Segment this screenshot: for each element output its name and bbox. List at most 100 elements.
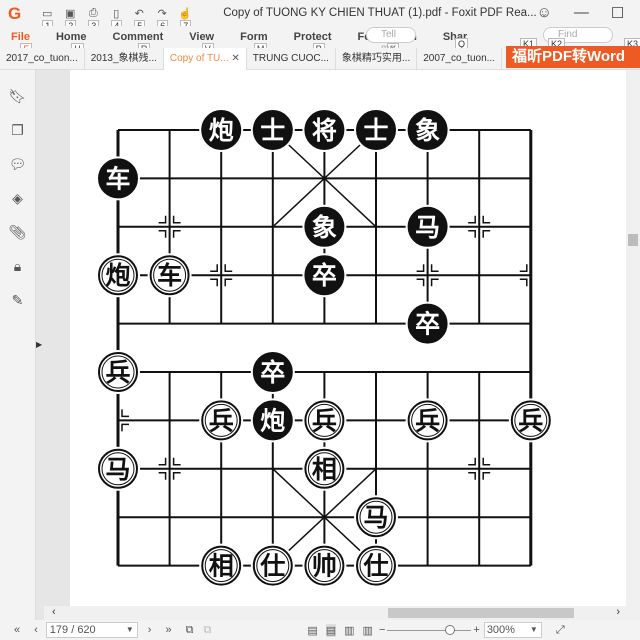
position-marker xyxy=(158,457,167,466)
piece-label: 卒 xyxy=(260,358,285,387)
continuous-page-icon[interactable]: ▤ xyxy=(325,623,337,637)
position-marker xyxy=(224,278,233,287)
piece-label: 炮 xyxy=(105,261,130,290)
piece-label: 兵 xyxy=(209,406,234,435)
tab-document[interactable]: 2013_象棋残... xyxy=(85,48,164,70)
scroll-left-icon[interactable]: ‹ xyxy=(52,606,56,618)
last-page-icon[interactable]: » xyxy=(165,624,171,636)
tab-document-active[interactable]: Copy of TU... ✕ xyxy=(163,48,247,70)
first-page-icon[interactable]: « xyxy=(14,624,20,636)
hand-tool-icon[interactable]: ☝7 xyxy=(177,7,193,32)
piece-label: 卒 xyxy=(312,261,337,290)
piece-label: 马 xyxy=(415,213,440,242)
piece-label: 相 xyxy=(312,455,337,484)
piece-label: 兵 xyxy=(312,406,337,435)
extract-icon[interactable]: ⧉ xyxy=(203,624,211,637)
zoom-out-icon[interactable]: − xyxy=(379,624,385,636)
undo-icon[interactable]: ↶5 xyxy=(131,7,147,32)
next-page-icon[interactable]: › xyxy=(148,624,152,636)
previous-page-icon[interactable]: ‹ xyxy=(34,624,38,636)
tab-document[interactable]: 2007_co_tuon... xyxy=(417,48,502,70)
piece-label: 车 xyxy=(105,164,130,193)
expand-panel-icon[interactable]: ▶ xyxy=(36,340,42,349)
position-marker xyxy=(210,264,218,272)
bookmark-icon[interactable]: 🔖︎ xyxy=(0,70,35,104)
pages-icon[interactable]: ❐ xyxy=(0,104,35,138)
tab-document[interactable]: 2017_co_tuon... xyxy=(0,48,85,70)
left-panel: 🔖︎ ❐ 💬︎ ◈ 📎︎ 🔒︎ ✎ xyxy=(0,70,36,622)
position-marker xyxy=(468,230,476,238)
zoom-level-select[interactable]: 300% ▼ xyxy=(483,622,542,638)
position-marker xyxy=(210,278,218,287)
minimize-button[interactable]: — xyxy=(574,4,589,22)
zoom-in-icon[interactable]: + xyxy=(473,624,479,636)
maximize-button[interactable]: ☐ xyxy=(611,4,624,22)
piece-label: 相 xyxy=(209,552,234,581)
menu-comment[interactable]: CommentR xyxy=(113,31,163,55)
scroll-thumb[interactable] xyxy=(628,234,638,246)
tab-document[interactable]: TRUNG CUOC... xyxy=(247,48,336,70)
horizontal-scrollbar[interactable]: ‹ › xyxy=(44,606,626,620)
signature-icon[interactable]: ✎ xyxy=(0,274,35,308)
pdf-page: 炮士将士象车象马卒卒卒炮炮车兵兵兵兵兵马相马相仕帅仕 xyxy=(70,70,626,606)
piece-label: 象 xyxy=(312,213,337,242)
position-marker xyxy=(482,472,491,480)
piece-label: 马 xyxy=(363,503,388,532)
position-marker xyxy=(416,264,425,272)
page-number-input[interactable]: 179 / 620 ▼ xyxy=(45,622,138,638)
position-marker xyxy=(468,472,476,480)
continuous-facing-icon[interactable]: ▥ xyxy=(363,624,373,637)
menu-file[interactable]: FileF xyxy=(11,31,32,55)
menu-home[interactable]: HomeH xyxy=(56,31,87,55)
scroll-thumb[interactable] xyxy=(388,608,574,618)
vertical-scrollbar[interactable] xyxy=(626,70,640,622)
position-marker xyxy=(172,457,181,466)
fullscreen-icon[interactable]: ⤢ xyxy=(556,624,565,637)
layers-icon[interactable]: ◈ xyxy=(0,172,35,206)
comment-icon[interactable]: 💬︎ xyxy=(0,138,35,172)
scroll-right-icon[interactable]: › xyxy=(616,606,620,618)
piece-label: 马 xyxy=(105,455,130,484)
menu-view[interactable]: ViewV xyxy=(189,31,214,55)
piece-label: 兵 xyxy=(105,358,130,387)
security-icon[interactable]: 🔒︎ xyxy=(0,240,35,274)
position-marker xyxy=(416,278,425,287)
piece-label: 帅 xyxy=(312,552,337,581)
attachment-icon[interactable]: 📎︎ xyxy=(0,206,35,240)
ribbon-menu: FileF HomeH CommentR ViewV FormM Protect… xyxy=(0,26,640,55)
menu-protect[interactable]: ProtectP xyxy=(294,31,332,55)
account-icon[interactable]: ☺ xyxy=(537,4,552,22)
piece-label: 炮 xyxy=(260,406,285,435)
window-title: Copy of TUONG KY CHIEN THUAT (1).pdf - F… xyxy=(223,7,537,19)
tell-me-input[interactable]: Tell me. xyxy=(366,27,416,54)
title-bar: G ▭1 ▣2 ⎙3 ▯4 ↶5 ↷6 ☝7 Copy of TUONG KY … xyxy=(0,0,640,32)
single-page-icon[interactable]: ▤ xyxy=(307,624,317,637)
piece-label: 将 xyxy=(312,116,337,145)
piece-label: 车 xyxy=(157,261,182,290)
pdf-to-word-banner[interactable]: 福昕PDF转Word xyxy=(506,46,640,68)
position-marker xyxy=(519,278,528,287)
piece-label: 仕 xyxy=(362,552,388,581)
piece-label: 兵 xyxy=(415,406,440,435)
close-tab-icon[interactable]: ✕ xyxy=(231,53,239,64)
position-marker xyxy=(172,230,181,238)
position-marker xyxy=(121,409,129,418)
menu-form[interactable]: FormM xyxy=(240,31,268,55)
open-icon[interactable]: ▭1 xyxy=(39,7,55,32)
position-marker xyxy=(224,264,233,272)
position-marker xyxy=(468,457,476,466)
position-marker xyxy=(158,230,167,238)
piece-label: 象 xyxy=(415,116,440,145)
print-icon[interactable]: ⎙3 xyxy=(85,7,101,32)
zoom-slider-thumb[interactable] xyxy=(445,624,456,635)
position-marker xyxy=(482,230,491,238)
rotate-icon[interactable]: ⧉ xyxy=(186,624,194,637)
redo-icon[interactable]: ↷6 xyxy=(154,7,170,32)
tab-document[interactable]: 象棋精巧实用... xyxy=(336,48,418,70)
quick-access-toolbar: ▭1 ▣2 ⎙3 ▯4 ↶5 ↷6 ☝7 xyxy=(39,7,193,32)
facing-icon[interactable]: ▥ xyxy=(344,624,354,637)
save-icon[interactable]: ▣2 xyxy=(62,7,78,32)
new-icon[interactable]: ▯4 xyxy=(108,7,124,32)
zoom-slider[interactable] xyxy=(387,624,472,635)
position-marker xyxy=(519,264,528,272)
